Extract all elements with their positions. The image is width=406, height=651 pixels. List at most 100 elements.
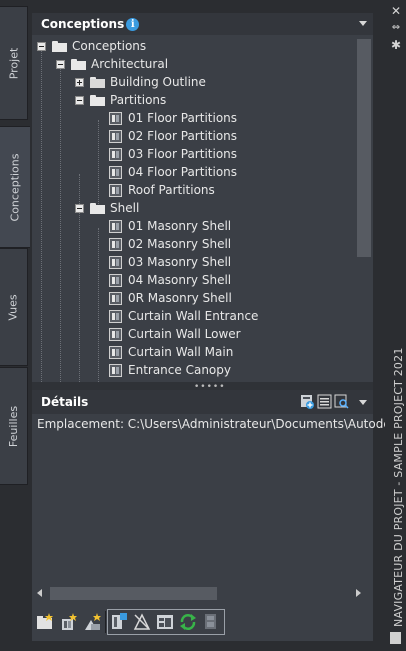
conceptions-header: Conceptions i — [32, 13, 373, 35]
construct-icon — [109, 111, 122, 125]
scroll-right-icon[interactable] — [356, 589, 361, 597]
properties-gear-icon[interactable]: ✱ — [389, 38, 403, 52]
tab-projet-label: Projet — [7, 47, 20, 79]
tree-construct-item[interactable]: 03 Floor Partitions — [109, 145, 237, 163]
construct-icon — [109, 165, 122, 179]
collapse-minus-icon[interactable] — [75, 95, 84, 105]
tree-folder-item[interactable]: Architectural — [56, 55, 168, 73]
tree-item-label: Shell — [110, 201, 140, 215]
tree-scrollbar-thumb[interactable] — [357, 39, 371, 257]
construct-icon — [109, 309, 122, 323]
add-element-icon[interactable] — [82, 611, 104, 633]
auto-hide-icon[interactable]: ⇔ — [389, 21, 403, 35]
regenerate-icon[interactable] — [131, 611, 153, 633]
tree-construct-item[interactable]: 04 Floor Partitions — [109, 163, 237, 181]
tree-vertical-scrollbar[interactable] — [355, 36, 373, 382]
construct-icon — [109, 129, 122, 143]
collapse-minus-icon[interactable] — [56, 59, 65, 69]
preview-icon[interactable] — [334, 394, 349, 409]
tab-conceptions[interactable]: Conceptions — [0, 126, 30, 248]
tree-item-label: 04 Masonry Shell — [128, 273, 232, 287]
tab-vues-label: Vues — [7, 293, 20, 321]
project-navigator-palette: Projet Conceptions Vues Feuilles Concept… — [0, 0, 406, 651]
tree-item-label: 03 Floor Partitions — [128, 147, 238, 161]
open-in-explorer-icon[interactable] — [108, 611, 130, 633]
tab-feuilles-label: Feuilles — [7, 405, 21, 447]
tab-conceptions-label: Conceptions — [8, 153, 22, 221]
refresh-icon[interactable] — [177, 611, 199, 633]
tree-item-label: Building Outline — [110, 75, 206, 89]
repath-icon[interactable] — [154, 611, 176, 633]
tree-folder-item[interactable]: Building Outline — [75, 73, 206, 91]
construct-icon — [109, 327, 122, 341]
palette-title-bar: ✕ ⇔ ✱ NAVIGATEUR DU PROJET - SAMPLE PROJ… — [385, 0, 406, 651]
info-icon[interactable]: i — [126, 17, 140, 31]
add-construct-icon[interactable] — [58, 611, 80, 633]
palette-title-text: NAVIGATEUR DU PROJET - SAMPLE PROJECT 20… — [392, 347, 405, 627]
tree-item-label: 01 Masonry Shell — [128, 219, 232, 233]
construct-icon — [109, 183, 122, 197]
tree-construct-item[interactable]: 02 Floor Partitions — [109, 127, 237, 145]
construct-icon — [109, 345, 122, 359]
close-icon[interactable]: ✕ — [389, 4, 403, 18]
construct-icon — [109, 273, 122, 287]
collapse-minus-icon[interactable] — [37, 41, 46, 51]
tree-guide-line — [98, 228, 99, 382]
tree-construct-item[interactable]: Curtain Wall Entrance — [109, 307, 258, 325]
splitter-grip-icon[interactable]: ••••• — [194, 383, 226, 392]
details-scrollbar-thumb[interactable] — [50, 587, 217, 600]
tree-folder-item[interactable]: Partitions — [75, 91, 166, 109]
conceptions-title: Conceptions — [41, 17, 125, 31]
folder-open-icon — [90, 202, 105, 214]
version-history-icon[interactable] — [200, 611, 222, 633]
expand-plus-icon[interactable] — [75, 77, 84, 87]
tree-item-label: 0R Masonry Shell — [128, 291, 232, 305]
tree-construct-item[interactable]: Curtain Wall Main — [109, 343, 233, 361]
tree-construct-item[interactable]: 04 Masonry Shell — [109, 271, 231, 289]
chevron-down-icon[interactable] — [359, 21, 367, 26]
add-view-icon[interactable] — [300, 394, 315, 409]
tree-construct-item[interactable]: 01 Floor Partitions — [109, 109, 237, 127]
tree-item-label: Curtain Wall Lower — [128, 327, 241, 341]
tree-construct-item[interactable]: Roof Partitions — [109, 181, 215, 199]
tab-vues[interactable]: Vues — [0, 248, 28, 366]
tree-construct-item[interactable]: Curtain Wall Lower — [109, 325, 241, 343]
side-tabs: Projet Conceptions Vues Feuilles — [0, 6, 30, 486]
construct-icon — [109, 237, 122, 251]
details-chevron-down-icon[interactable] — [359, 400, 367, 405]
tree-construct-item[interactable]: Entrance Canopy — [109, 361, 231, 379]
details-body: Emplacement: C:\Users\Administrateur\Doc… — [32, 414, 406, 584]
tree-guide-line — [60, 66, 61, 382]
tree-item-label: Entrance Canopy — [128, 363, 231, 377]
folder-open-icon — [52, 40, 67, 52]
tree-item-label: Conceptions — [72, 39, 147, 53]
scroll-left-icon[interactable] — [37, 589, 42, 597]
tree-guide-line — [41, 48, 42, 382]
tab-projet[interactable]: Projet — [0, 6, 28, 120]
tab-feuilles[interactable]: Feuilles — [0, 367, 28, 485]
construct-icon — [109, 291, 122, 305]
palette-menu-icon[interactable] — [390, 632, 401, 644]
details-horizontal-scrollbar[interactable] — [32, 584, 373, 602]
tree-item-label: Curtain Wall Main — [128, 345, 234, 359]
tree-item-label: Roof Partitions — [128, 183, 215, 197]
tree-construct-item[interactable]: 01 Masonry Shell — [109, 217, 231, 235]
tree-guide-line — [98, 120, 99, 210]
tree-item-label: Architectural — [91, 57, 169, 71]
tree-construct-item[interactable]: 0R Masonry Shell — [109, 289, 232, 307]
construct-icon — [109, 255, 122, 269]
tree-folder-item[interactable]: Shell — [75, 199, 139, 217]
design-tree[interactable]: Conceptions Architectural Building Outline… — [32, 36, 355, 382]
list-view-icon[interactable] — [317, 394, 332, 409]
details-title: Détails — [41, 395, 89, 409]
tree-item-label: 04 Floor Partitions — [128, 165, 238, 179]
tree-construct-item[interactable]: 03 Masonry Shell — [109, 253, 231, 271]
add-category-icon[interactable] — [34, 611, 56, 633]
collapse-minus-icon[interactable] — [75, 203, 84, 213]
folder-closed-icon — [90, 76, 105, 88]
tree-construct-item[interactable]: 02 Masonry Shell — [109, 235, 231, 253]
toolbar-separator — [105, 611, 106, 633]
tree-folder-item[interactable]: Conceptions — [37, 37, 146, 55]
tree-item-label: Curtain Wall Entrance — [128, 309, 259, 323]
folder-open-icon — [90, 94, 105, 106]
